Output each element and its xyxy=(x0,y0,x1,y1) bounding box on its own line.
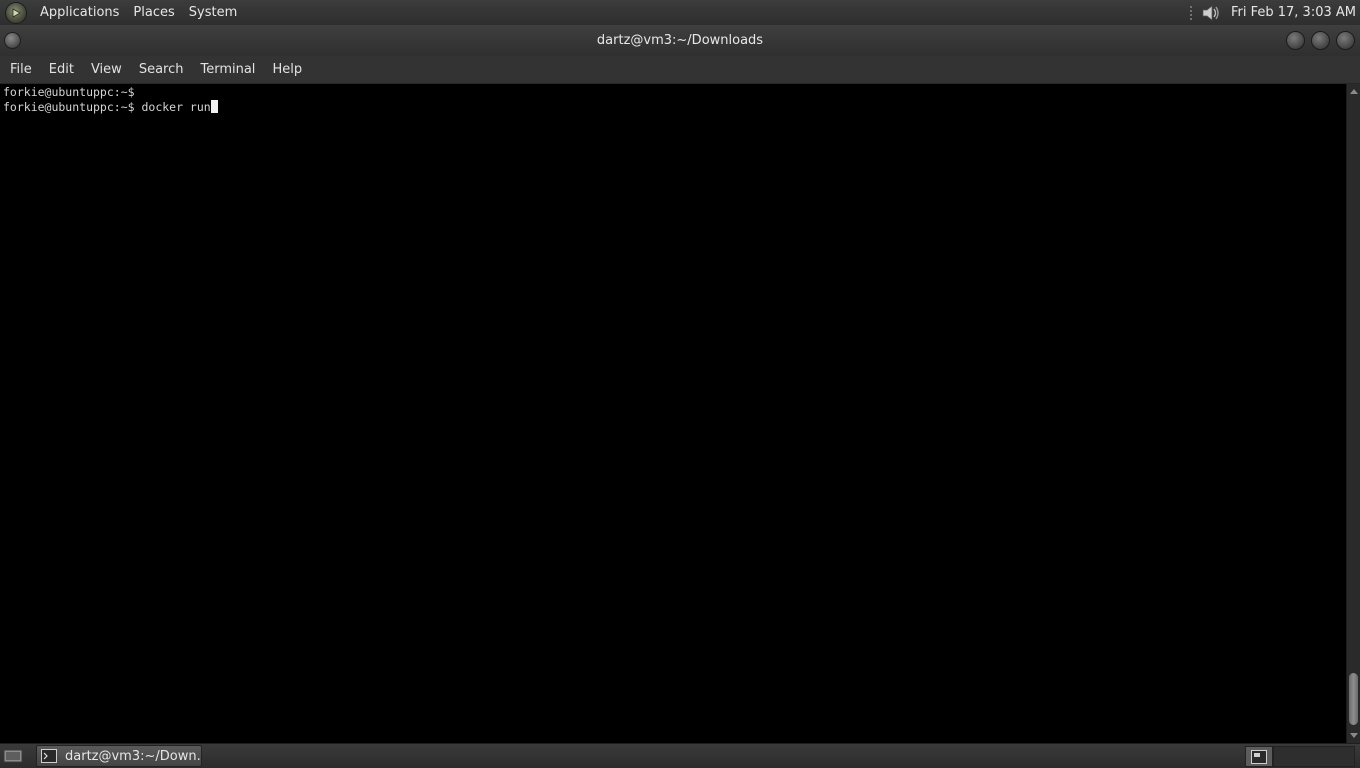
menu-edit[interactable]: Edit xyxy=(42,56,81,84)
workspace-icon[interactable] xyxy=(1245,746,1273,767)
volume-icon[interactable] xyxy=(1199,2,1223,24)
top-panel: Applications Places System Fri Feb 17, 3… xyxy=(0,0,1360,25)
menu-help[interactable]: Help xyxy=(265,56,309,84)
terminal-output[interactable]: forkie@ubuntuppc:~$ forkie@ubuntuppc:~$ d… xyxy=(0,84,1346,743)
terminal-icon xyxy=(41,749,57,763)
menu-search[interactable]: Search xyxy=(132,56,191,84)
window-menu-button[interactable] xyxy=(4,32,21,49)
taskbar-window-label: dartz@vm3:~/Down... xyxy=(65,748,201,764)
workspace-2[interactable] xyxy=(1273,746,1355,767)
scroll-down-arrow-icon[interactable] xyxy=(1350,733,1358,738)
show-desktop-icon[interactable] xyxy=(2,747,24,765)
scrollbar-thumb[interactable] xyxy=(1349,673,1358,725)
panel-grip-handle[interactable] xyxy=(1188,4,1193,21)
system-menu[interactable]: System xyxy=(182,0,244,25)
maximize-button[interactable] xyxy=(1311,31,1330,50)
close-button[interactable] xyxy=(1336,31,1355,50)
distro-logo-icon[interactable] xyxy=(5,1,27,24)
text-cursor xyxy=(210,99,218,113)
terminal-line: forkie@ubuntuppc:~$ docker run xyxy=(3,99,1346,115)
terminal-command-text: forkie@ubuntuppc:~$ docker run xyxy=(3,99,211,114)
minimize-button[interactable] xyxy=(1286,31,1305,50)
applications-menu[interactable]: Applications xyxy=(33,0,126,25)
window-titlebar[interactable]: dartz@vm3:~/Downloads xyxy=(0,25,1360,56)
terminal-scrollbar[interactable] xyxy=(1346,84,1360,743)
places-menu[interactable]: Places xyxy=(126,0,181,25)
terminal-line: forkie@ubuntuppc:~$ xyxy=(3,85,135,99)
bottom-panel: dartz@vm3:~/Down... xyxy=(0,743,1360,768)
window-title: dartz@vm3:~/Downloads xyxy=(596,33,764,48)
menu-terminal[interactable]: Terminal xyxy=(193,56,262,84)
menu-file[interactable]: File xyxy=(3,56,39,84)
scroll-up-arrow-icon[interactable] xyxy=(1350,89,1358,94)
window-controls xyxy=(1286,31,1355,50)
taskbar-window-button[interactable]: dartz@vm3:~/Down... xyxy=(36,745,202,767)
terminal-menubar: File Edit View Search Terminal Help xyxy=(0,56,1360,84)
clock[interactable]: Fri Feb 17, 3:03 AM xyxy=(1231,5,1360,20)
menu-view[interactable]: View xyxy=(84,56,129,84)
